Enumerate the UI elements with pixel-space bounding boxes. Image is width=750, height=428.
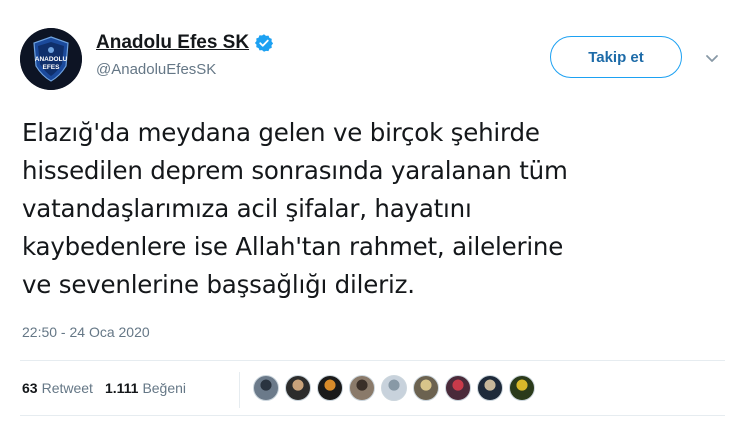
tweet-stats: 63 Retweet 1.111 Beğeni	[22, 380, 198, 396]
anadolu-efes-logo-icon: ANADOLU EFES	[20, 28, 82, 90]
liker-avatar[interactable]	[253, 375, 279, 401]
retweet-stat[interactable]: 63 Retweet	[22, 380, 105, 396]
liker-avatars	[253, 375, 541, 401]
tweet-card: ANADOLU EFES Anadolu Efes SK @AnadoluEfe…	[0, 0, 750, 428]
tweet-text-line: vatandaşlarımıza acil şifalar, hayatını	[22, 194, 472, 223]
tweet-timestamp[interactable]: 22:50 - 24 Oca 2020	[22, 324, 150, 340]
retweet-label: Retweet	[41, 380, 93, 396]
liker-avatar[interactable]	[317, 375, 343, 401]
account-handle[interactable]: @AnadoluEfesSK	[96, 61, 216, 78]
follow-button[interactable]: Takip et	[550, 36, 682, 78]
liker-avatar[interactable]	[349, 375, 375, 401]
liker-avatar[interactable]	[509, 375, 535, 401]
svg-text:EFES: EFES	[43, 64, 61, 71]
verified-badge-icon	[254, 34, 274, 52]
liker-avatar[interactable]	[285, 375, 311, 401]
liker-avatar[interactable]	[381, 375, 407, 401]
svg-text:ANADOLU: ANADOLU	[35, 56, 68, 63]
avatar[interactable]: ANADOLU EFES	[20, 28, 82, 90]
display-name[interactable]: Anadolu Efes SK	[96, 32, 249, 54]
tweet-text: Elazığ'da meydana gelen ve birçok şehird…	[22, 114, 722, 304]
like-label: Beğeni	[142, 380, 187, 396]
chevron-down-icon[interactable]	[704, 50, 720, 66]
divider	[20, 415, 725, 416]
liker-avatar[interactable]	[477, 375, 503, 401]
like-count: 1.111	[104, 380, 139, 396]
tweet-text-line: kaybedenlere ise Allah'tan rahmet, ailel…	[22, 232, 564, 261]
liker-avatar[interactable]	[445, 375, 471, 401]
retweet-count: 63	[22, 380, 38, 396]
like-stat[interactable]: 1.111 Beğeni	[105, 380, 198, 396]
stats-separator	[239, 372, 240, 408]
divider	[20, 360, 725, 361]
liker-avatar[interactable]	[413, 375, 439, 401]
tweet-text-line: hissedilen deprem sonrasında yaralanan t…	[22, 156, 568, 185]
account-name-row: Anadolu Efes SK	[96, 32, 274, 54]
tweet-text-line: Elazığ'da meydana gelen ve birçok şehird…	[22, 118, 540, 147]
tweet-text-line: ve sevenlerine başsağlığı dileriz.	[22, 270, 415, 299]
